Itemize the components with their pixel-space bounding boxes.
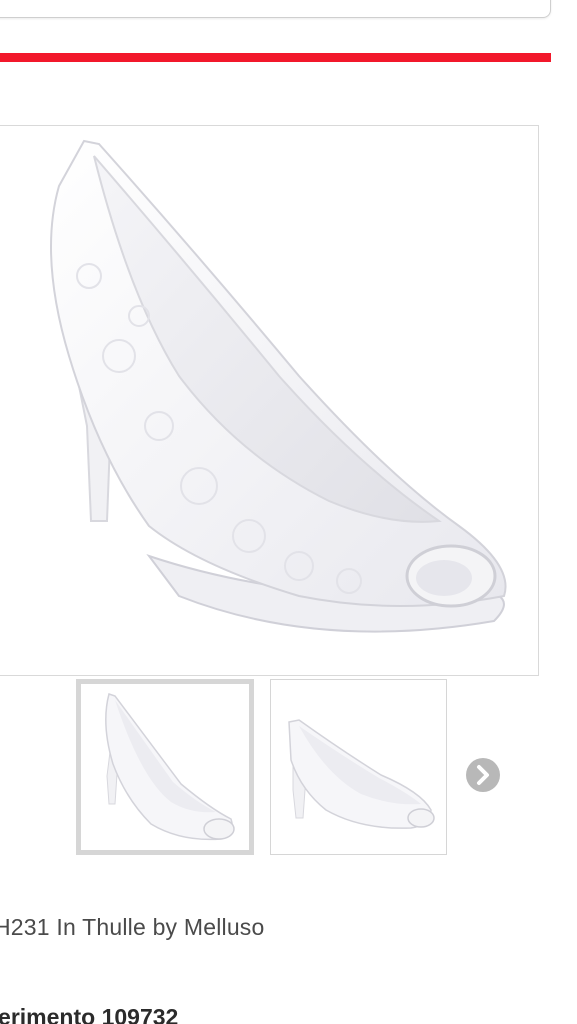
thumbnail-1[interactable]: [76, 679, 254, 855]
search-field[interactable]: [0, 0, 551, 18]
thumbnail-2[interactable]: [270, 679, 447, 855]
product-main-image[interactable]: [0, 125, 539, 676]
chevron-right-icon: [477, 765, 489, 785]
red-accent-bar: [0, 53, 551, 62]
product-reference: iferimento 109732: [0, 1004, 179, 1024]
product-name: H231 In Thulle by Melluso: [0, 914, 265, 940]
shoe-image: [50, 139, 507, 633]
next-image-button[interactable]: [466, 758, 500, 792]
shoe-thumbnail-2: [288, 719, 435, 829]
product-page: H231 In Thulle by Melluso iferimento 109…: [0, 0, 577, 1024]
shoe-thumbnail-1: [105, 693, 235, 841]
